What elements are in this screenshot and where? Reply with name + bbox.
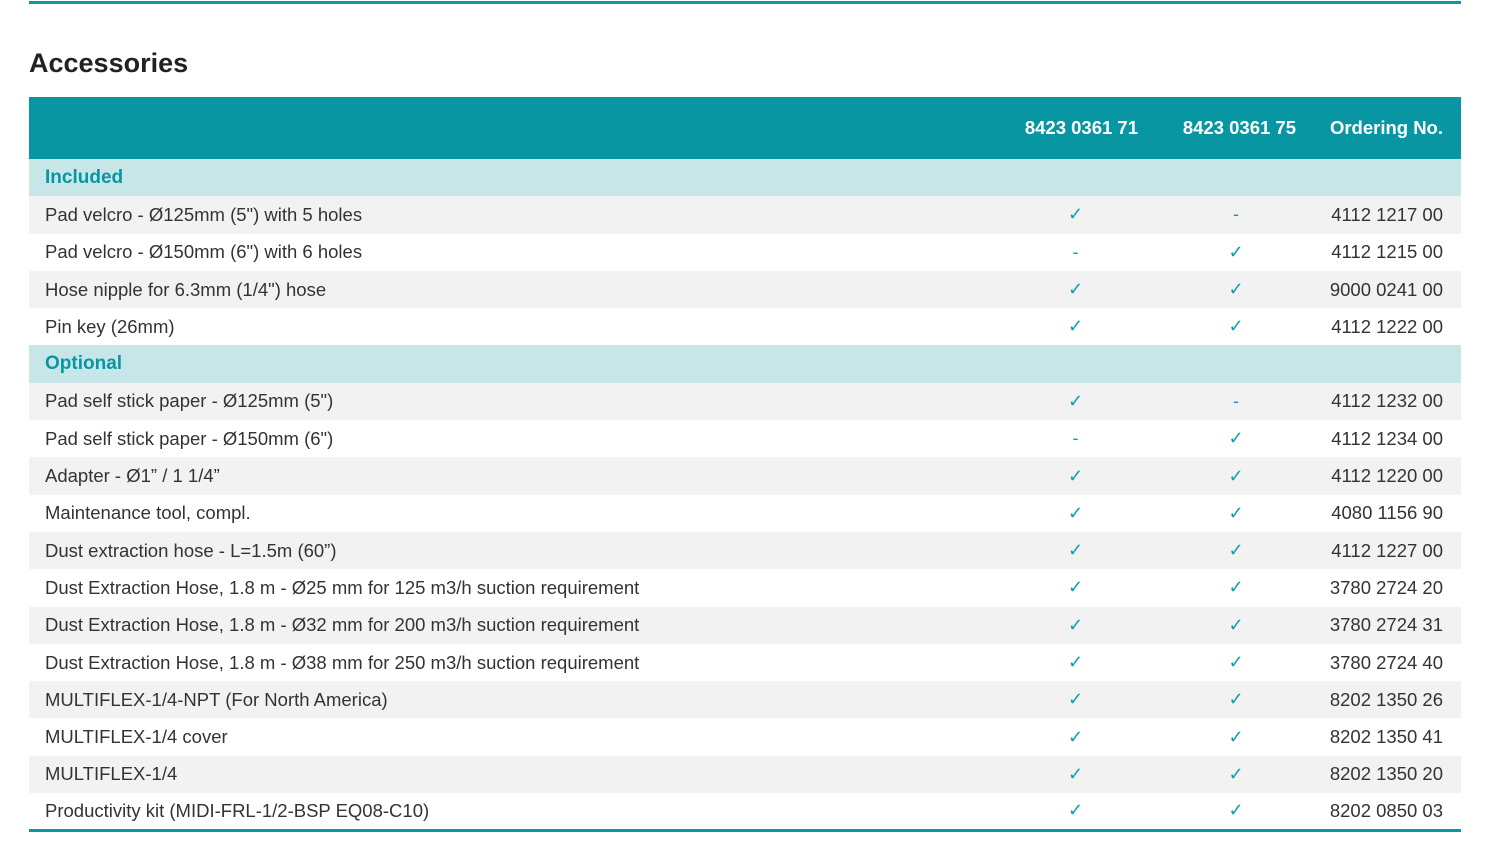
- table-row: Productivity kit (MIDI-FRL-1/2-BSP EQ08-…: [29, 793, 1461, 831]
- table-header: 8423 0361 71 8423 0361 75 Ordering No.: [29, 97, 1461, 159]
- availability-model-b: ✓: [1228, 241, 1244, 262]
- availability-model-b: ✓: [1228, 316, 1244, 337]
- availability-model-b: ✓: [1228, 502, 1244, 523]
- table-row: Pad self stick paper - Ø125mm (5") ✓ - 4112…: [29, 382, 1461, 421]
- ordering-number: 8202 0850 03: [1329, 799, 1443, 821]
- availability-model-b: -: [1233, 204, 1239, 225]
- ordering-number: 8202 1350 26: [1329, 688, 1443, 710]
- item-name: Pad self stick paper - Ø125mm (5"): [45, 390, 334, 412]
- availability-model-a: ✓: [1067, 316, 1084, 337]
- availability-model-a: ✓: [1067, 465, 1084, 486]
- availability-model-a: ✓: [1067, 763, 1084, 784]
- availability-model-a: ✓: [1067, 390, 1084, 411]
- availability-model-b: ✓: [1228, 428, 1244, 449]
- availability-model-a: -: [1072, 241, 1079, 262]
- availability-model-a: ✓: [1067, 652, 1084, 672]
- ordering-number: 4112 1234 00: [1331, 427, 1443, 449]
- availability-model-b: ✓: [1228, 763, 1244, 784]
- item-name: Pad velcro - Ø150mm (6") with 6 holes: [45, 241, 363, 263]
- header-description: [29, 97, 979, 159]
- availability-model-a: ✓: [1067, 800, 1084, 821]
- header-model-b: 8423 0361 75: [1182, 117, 1296, 138]
- table-row: Dust extraction hose - L=1.5m (60”) ✓ ✓ 411…: [29, 531, 1461, 570]
- table-body: Included Pad velcro - Ø125mm (5") with 5 …: [29, 159, 1461, 831]
- availability-model-b: ✓: [1228, 540, 1244, 561]
- table-row: Maintenance tool, compl. ✓ ✓ 4080 1156 90: [29, 494, 1461, 532]
- availability-model-a: ✓: [1067, 279, 1084, 300]
- item-name: MULTIFLEX-1/4: [45, 763, 178, 785]
- table-row: Hose nipple for 6.3mm (1/4") hose ✓ ✓ 9000 …: [29, 270, 1461, 309]
- item-name: Adapter - Ø1” / 1 1/4”: [45, 465, 220, 487]
- table-row: Dust Extraction Hose, 1.8 m - Ø38 mm for…: [29, 643, 1461, 682]
- header-model-a: 8423 0361 71: [1024, 117, 1138, 138]
- availability-model-b: ✓: [1228, 465, 1244, 486]
- availability-model-a: ✓: [1067, 577, 1084, 598]
- group-label: Included: [45, 166, 124, 188]
- availability-model-a: ✓: [1067, 614, 1084, 635]
- availability-model-b: ✓: [1228, 577, 1244, 598]
- availability-model-b: ✓: [1228, 726, 1244, 747]
- ordering-number: 4112 1215 00: [1331, 241, 1443, 263]
- header-ordering-no: Ordering No.: [1329, 117, 1443, 138]
- item-name: Dust Extraction Hose, 1.8 m - Ø25 mm for…: [45, 576, 640, 598]
- ordering-number: 8202 1350 20: [1329, 763, 1443, 785]
- table-header-row: 8423 0361 71 8423 0361 75 Ordering No.: [29, 97, 1461, 159]
- item-name: MULTIFLEX-1/4 cover: [45, 726, 228, 748]
- availability-model-b: ✓: [1228, 652, 1244, 672]
- ordering-number: 3780 2724 20: [1329, 576, 1443, 598]
- item-name: Dust Extraction Hose, 1.8 m - Ø32 mm for…: [45, 614, 640, 636]
- availability-model-b: ✓: [1228, 689, 1244, 710]
- table-row: Adapter - Ø1” / 1 1/4” ✓ ✓ 4112 1220 00: [29, 457, 1461, 495]
- availability-model-b: ✓: [1228, 279, 1244, 300]
- availability-model-a: ✓: [1067, 204, 1084, 225]
- item-name: Dust Extraction Hose, 1.8 m - Ø38 mm for…: [45, 651, 640, 673]
- group-row-included: Included: [29, 159, 1461, 197]
- table-row: Pad self stick paper - Ø150mm (6") - ✓ 4112…: [29, 420, 1461, 458]
- group-row-optional: Optional: [29, 345, 1461, 383]
- table-row: Dust Extraction Hose, 1.8 m - Ø32 mm for…: [29, 606, 1461, 644]
- availability-model-a: ✓: [1067, 726, 1084, 747]
- section-title: Accessories: [29, 48, 189, 78]
- table-row: Dust Extraction Hose, 1.8 m - Ø25 mm for…: [29, 569, 1461, 607]
- availability-model-a: -: [1072, 428, 1079, 449]
- table-row: Pin key (26mm) ✓ ✓ 4112 1222 00: [29, 308, 1461, 346]
- item-name: Maintenance tool, compl.: [45, 502, 251, 524]
- availability-model-b: -: [1233, 390, 1239, 411]
- ordering-number: 4112 1227 00: [1331, 539, 1443, 561]
- availability-model-b: ✓: [1228, 614, 1244, 635]
- item-name: Pad velcro - Ø125mm (5") with 5 holes: [45, 203, 363, 225]
- top-divider-rule: [29, 1, 1461, 4]
- item-name: Hose nipple for 6.3mm (1/4") hose: [45, 278, 327, 300]
- availability-model-b: ✓: [1228, 800, 1244, 821]
- table-row: MULTIFLEX-1/4 cover ✓ ✓ 8202 1350 41: [29, 718, 1461, 756]
- ordering-number: 4112 1222 00: [1331, 315, 1443, 337]
- ordering-number: 9000 0241 00: [1329, 278, 1443, 300]
- ordering-number: 4112 1217 00: [1331, 203, 1443, 225]
- table-row: Pad velcro - Ø150mm (6") with 6 holes - ✓ 4…: [29, 233, 1461, 271]
- ordering-number: 8202 1350 41: [1329, 726, 1443, 748]
- ordering-number: 4080 1156 90: [1331, 502, 1443, 524]
- ordering-number: 3780 2724 31: [1329, 614, 1443, 636]
- ordering-number: 4112 1232 00: [1331, 390, 1443, 412]
- table-row: MULTIFLEX-1/4-NPT (For North America) ✓ ✓ 8…: [29, 681, 1461, 719]
- item-name: Dust extraction hose - L=1.5m (60”): [45, 539, 337, 561]
- item-name: Pad self stick paper - Ø150mm (6"): [45, 427, 334, 449]
- availability-model-a: ✓: [1067, 689, 1084, 710]
- ordering-number: 4112 1220 00: [1331, 465, 1443, 487]
- item-name: Pin key (26mm): [45, 315, 175, 337]
- ordering-number: 3780 2724 40: [1329, 651, 1443, 673]
- availability-model-a: ✓: [1067, 502, 1084, 523]
- availability-model-a: ✓: [1067, 540, 1084, 561]
- table-row: MULTIFLEX-1/4 ✓ ✓ 8202 1350 20: [29, 755, 1461, 794]
- table-row: Pad velcro - Ø125mm (5") with 5 holes ✓ - 4…: [29, 196, 1461, 234]
- accessories-table: 8423 0361 71 8423 0361 75 Ordering No. I…: [29, 97, 1461, 832]
- item-name: Productivity kit (MIDI-FRL-1/2-BSP EQ08-…: [45, 799, 430, 821]
- group-label: Optional: [45, 353, 123, 375]
- item-name: MULTIFLEX-1/4-NPT (For North America): [45, 688, 388, 710]
